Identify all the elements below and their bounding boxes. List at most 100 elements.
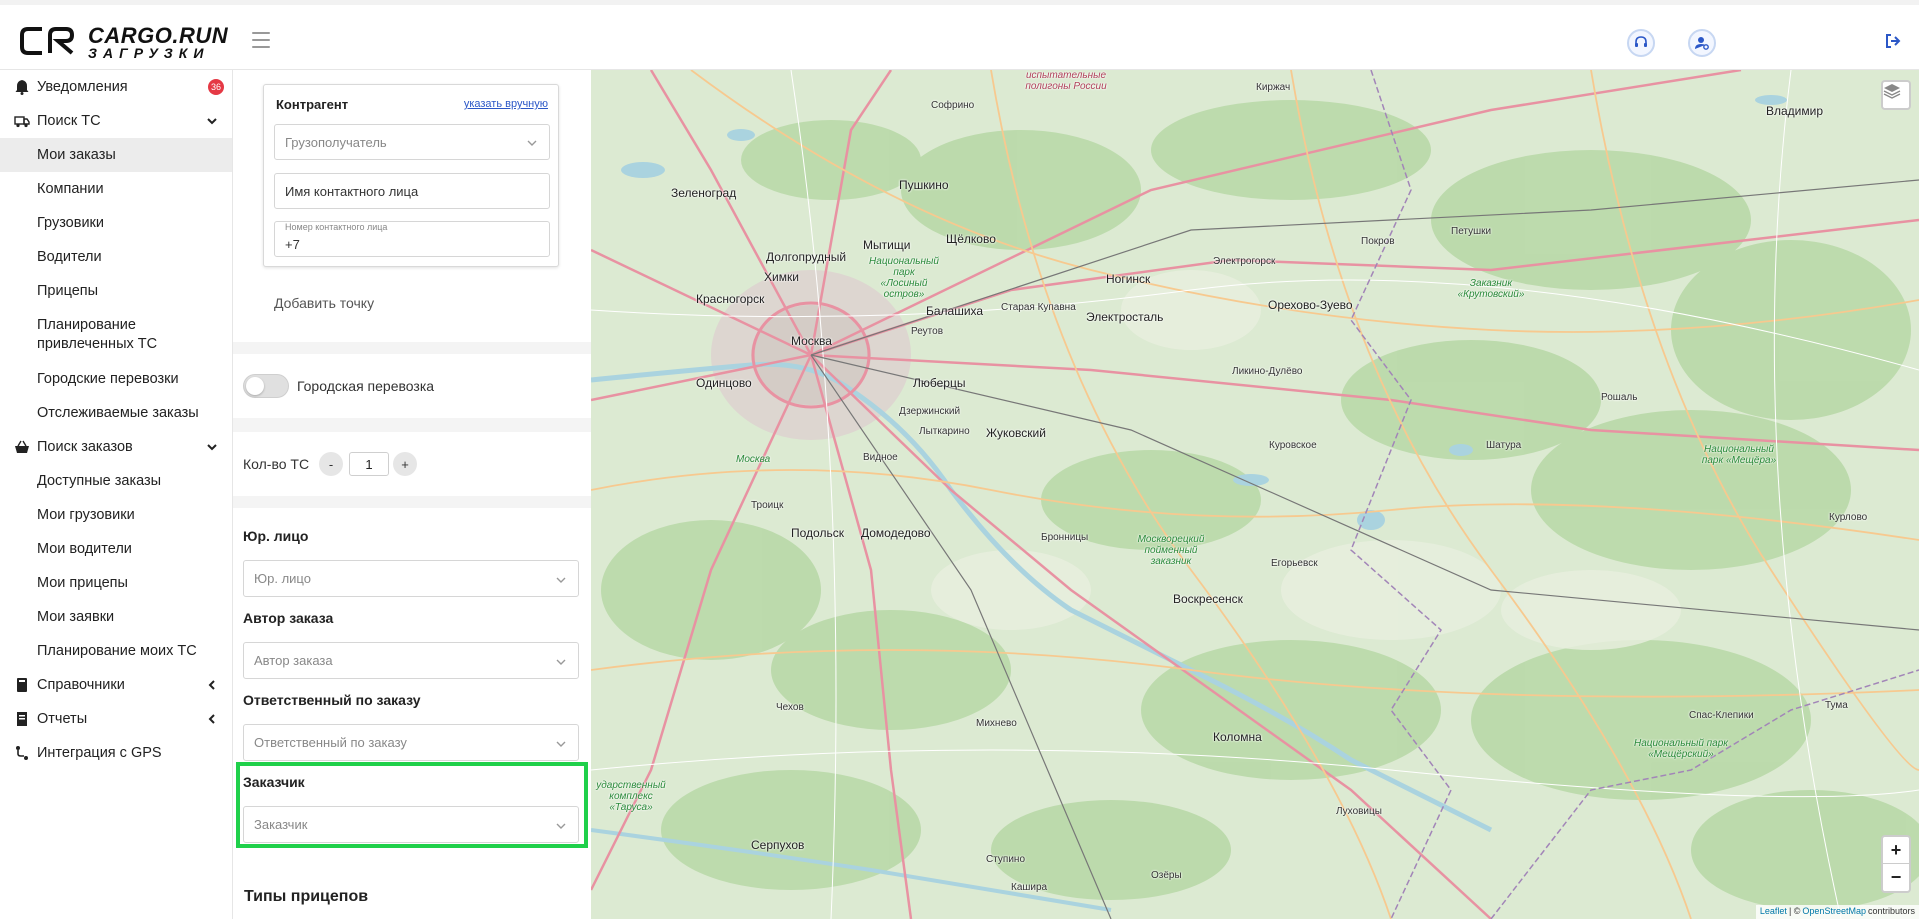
sidebar-item-notifications[interactable]: Уведомления 36 [0,70,232,104]
menu-toggle-icon[interactable] [252,32,270,48]
chevron-left-icon [208,714,215,724]
responsible-select[interactable]: Ответственный по заказу [243,724,579,761]
sidebar-item-label: Планирование моих ТС [37,643,197,659]
sidebar-item-my-requests[interactable]: Мои заявки [0,600,232,634]
sidebar-item-planning-hired[interactable]: Планирование привлеченных ТС [0,308,232,362]
add-point-button[interactable]: Добавить точку [274,295,374,311]
map-label-dzerzhinsky: Дзержинский [899,406,961,417]
zoom-out-button[interactable]: − [1883,864,1909,891]
sidebar-item-label: Прицепы [37,283,99,299]
vehicle-qty-label: Кол-во ТС [243,456,310,472]
map-label-moskva-river: Москва [736,454,771,465]
map-label-elektrostal: Электросталь [1086,310,1164,324]
map-label-voskresensk: Воскресенск [1173,592,1243,606]
user-settings-icon[interactable] [1688,29,1716,57]
basket-icon [15,440,29,453]
sidebar-item-trucks[interactable]: Грузовики [0,206,232,240]
leaflet-link[interactable]: Leaflet [1760,906,1787,918]
order-form-panel: Контрагент указать вручную Грузополучате… [233,70,591,919]
chevron-down-icon [207,444,217,451]
sidebar-item-my-drivers[interactable]: Мои водители [0,532,232,566]
counterparty-type-select[interactable]: Грузополучатель [274,124,550,160]
sidebar-item-my-trucks[interactable]: Мои грузовики [0,498,232,532]
order-author-select[interactable]: Автор заказа [243,642,579,679]
route-point-card: Контрагент указать вручную Грузополучате… [233,70,591,342]
sidebar-item-reports[interactable]: Отчеты [0,702,232,736]
map-label-park-meschera: Национальный парк «Мещёра» [1701,444,1777,466]
route-map[interactable]: Москва Зеленоград Долгопрудный Химки Пуш… [591,70,1919,919]
sidebar-item-my-trailers[interactable]: Мои прицепы [0,566,232,600]
map-label-sofrino: Софрино [931,100,975,111]
chevron-left-icon [208,680,215,690]
map-layers-button[interactable] [1881,80,1911,110]
sidebar-item-label: Водители [37,249,102,265]
map-label-noginsk: Ногинск [1106,272,1151,286]
legal-entity-select[interactable]: Юр. лицо [243,560,579,597]
sidebar-item-available-orders[interactable]: Доступные заказы [0,464,232,498]
map-label-stupino: Ступино [986,854,1025,865]
gps-route-icon [16,746,28,760]
sidebar-item-label: Отчеты [37,711,88,727]
map-label-vladimir: Владимир [1766,104,1824,118]
select-placeholder: Юр. лицо [254,571,311,586]
notification-count-badge: 36 [207,79,224,95]
contact-name-input[interactable]: Имя контактного лица [274,173,550,209]
sidebar-item-label: Поиск ТС [37,113,101,129]
map-label-mikhnevo: Михнево [976,718,1017,729]
sidebar-item-search-orders[interactable]: Поиск заказов [0,430,232,464]
map-label-reutov: Реутов [911,326,944,337]
customer-select[interactable]: Заказчик [243,806,579,843]
report-icon [17,712,27,726]
map-label-kurovskoe: Куровское [1269,440,1317,451]
specify-manually-link[interactable]: указать вручную [464,98,548,110]
logout-icon[interactable] [1885,33,1901,49]
map-label-park-losiny: Национальный парк «Лосиный остров» [869,256,939,300]
counterparty-box: Контрагент указать вручную Грузополучате… [263,84,559,267]
sidebar-item-companies[interactable]: Компании [0,172,232,206]
sidebar-item-label: Грузовики [37,215,104,231]
zoom-in-button[interactable]: + [1883,837,1909,864]
map-label-khimki: Химки [764,270,799,284]
chevron-down-icon [527,140,537,146]
sidebar-item-directories[interactable]: Справочники [0,668,232,702]
map-label-krasnogorsk: Красногорск [696,292,765,306]
cargo-run-logo[interactable]: CARGO.RUN ЗАГРУЗКИ [20,21,228,61]
map-label-troitsk: Троицк [751,500,784,511]
qty-increment-button[interactable]: + [393,452,417,476]
sidebar-item-label: Поиск заказов [37,439,133,455]
map-label-orekhovo-zuevo: Орехово-Зуево [1268,298,1353,312]
map-label-lyubertsy: Люберцы [913,376,966,390]
attribution-separator: | © [1788,906,1801,916]
sidebar-item-city-transport[interactable]: Городские перевозки [0,362,232,396]
map-label-kurlovo: Курлово [1829,512,1868,523]
attribution-contributors: contributors [1867,906,1915,916]
sidebar-item-tracked-orders[interactable]: Отслеживаемые заказы [0,396,232,430]
map-label-polygons: испытательные полигоны России [1025,70,1107,92]
sidebar-item-drivers[interactable]: Водители [0,240,232,274]
map-label-tuma: Тума [1825,700,1848,711]
contact-phone-input[interactable]: Номер контактного лица +7 [274,221,550,257]
qty-input[interactable]: 1 [349,452,389,476]
map-label-chekhov: Чехов [776,702,804,713]
sidebar-item-label: Мои прицепы [37,575,128,591]
chevron-down-icon [556,741,566,747]
logo-subtitle: ЗАГРУЗКИ [88,45,210,61]
sidebar-item-my-orders[interactable]: Мои заказы [0,138,232,172]
map-label-odintsovo: Одинцово [696,376,752,390]
osm-link[interactable]: OpenStreetMap [1802,906,1866,918]
legal-entity-label: Юр. лицо [243,528,309,544]
sidebar-item-search-vehicles[interactable]: Поиск ТС [0,104,232,138]
contact-phone-value: +7 [285,236,300,252]
sidebar-item-gps-integration[interactable]: Интеграция с GPS [0,736,232,770]
map-label-egorievsk: Егорьевск [1271,558,1318,569]
support-icon[interactable] [1627,29,1655,57]
city-transport-toggle[interactable] [243,374,289,398]
layers-icon [1883,84,1901,99]
map-label-domodedovo: Домодедово [861,526,931,540]
map-label-moscow: Москва [791,334,832,348]
order-author-label: Автор заказа [243,610,334,626]
qty-decrement-button[interactable]: - [319,452,343,476]
sidebar-item-planning-my[interactable]: Планирование моих ТС [0,634,232,668]
sidebar-item-trailers[interactable]: Прицепы [0,274,232,308]
map-label-vidnoe: Видное [863,452,898,463]
